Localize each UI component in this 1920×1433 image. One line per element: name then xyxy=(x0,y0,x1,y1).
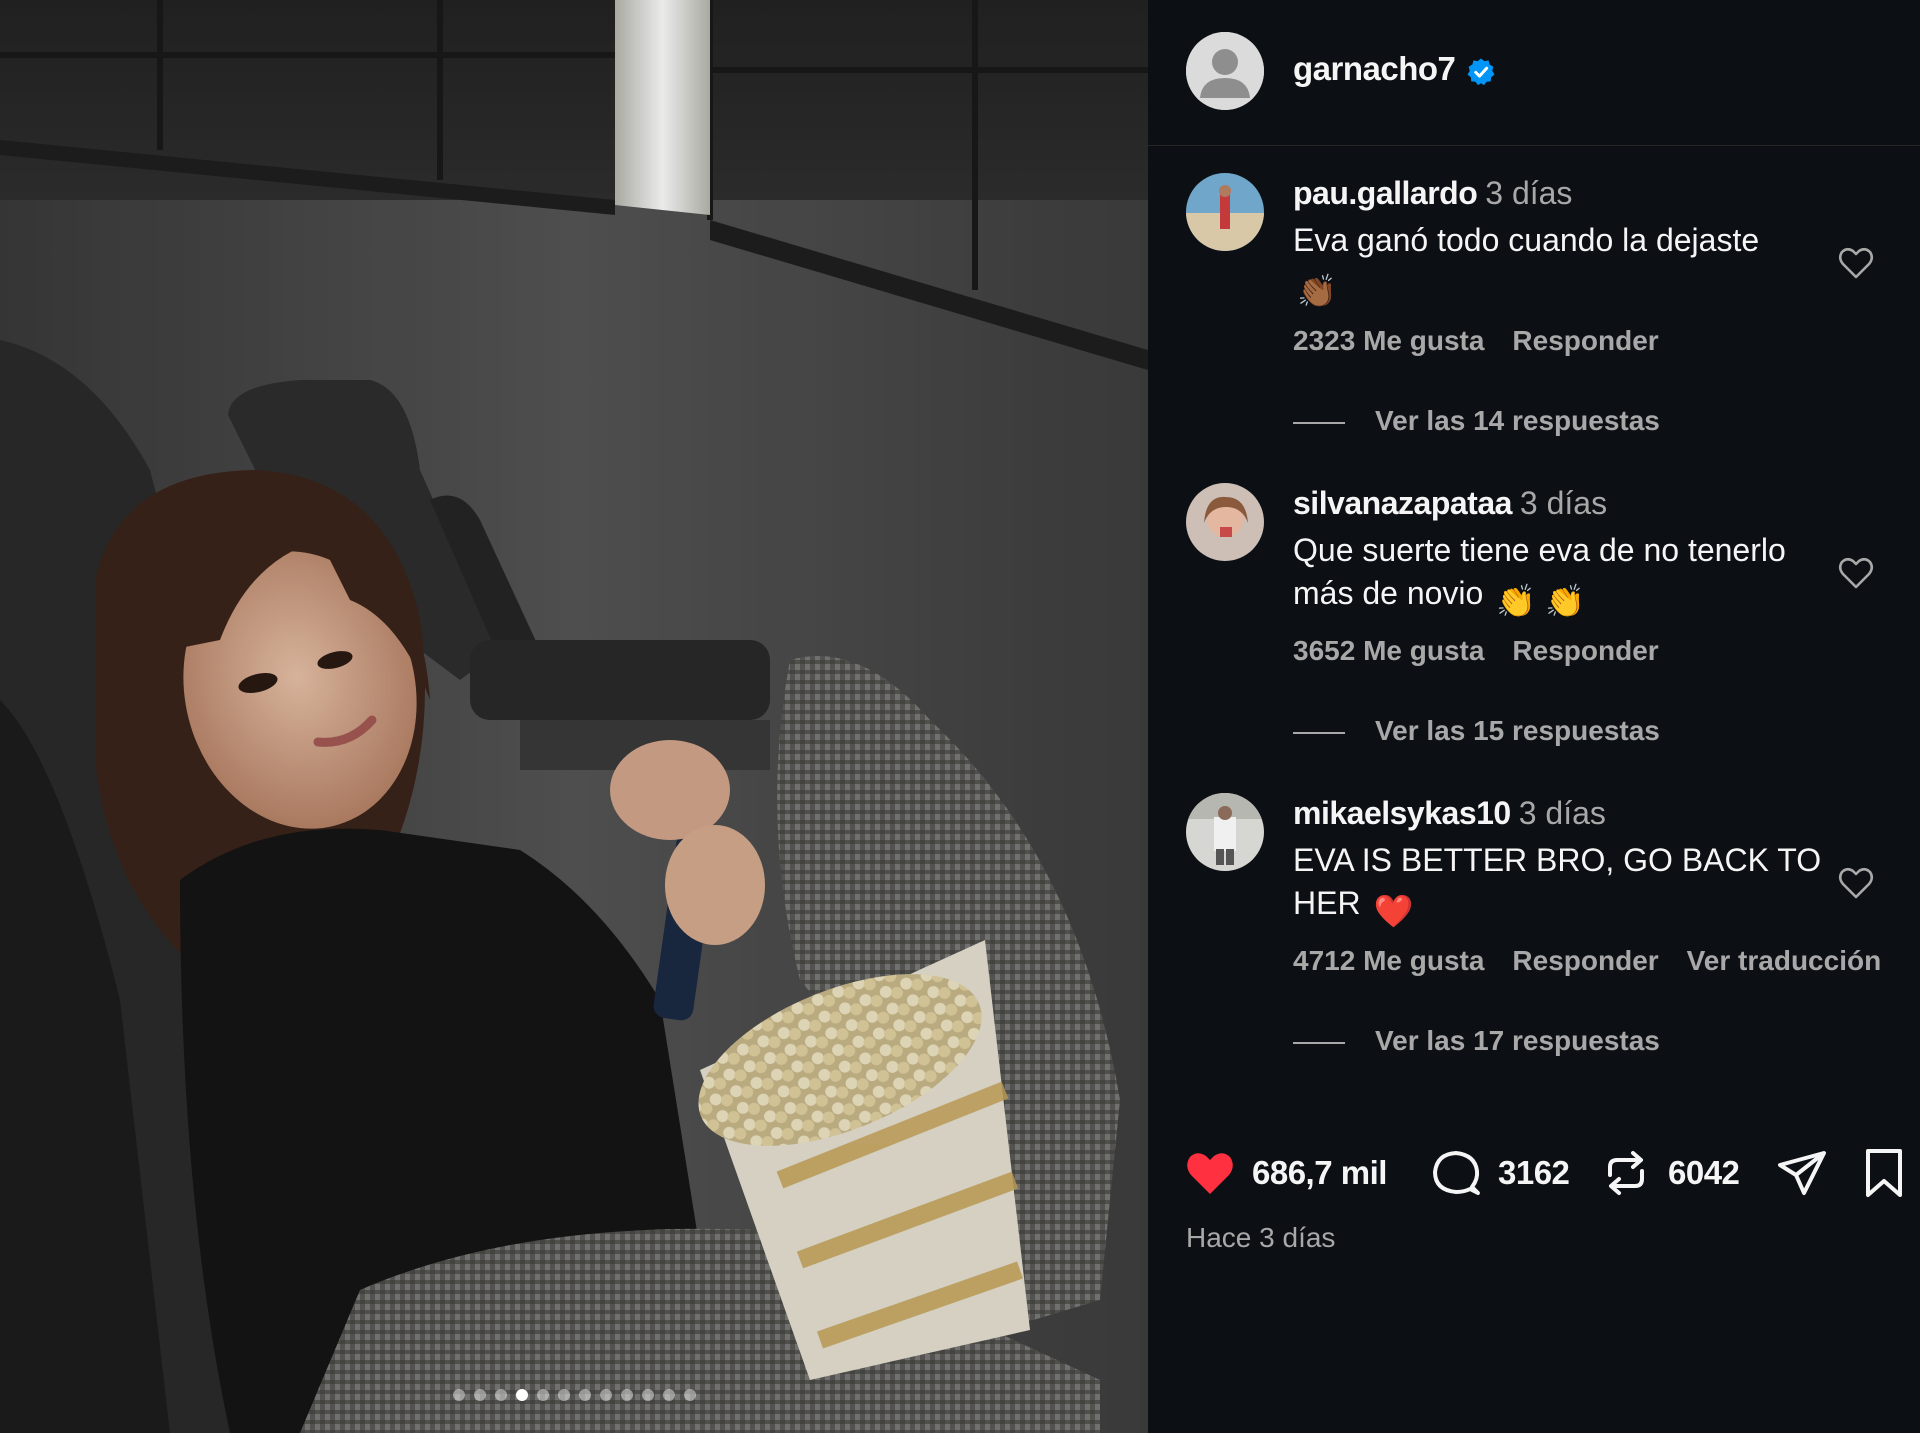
replies-divider xyxy=(1293,731,1345,734)
comment-count: 3162 xyxy=(1498,1154,1570,1191)
comment-like-count[interactable]: 4712 Me gusta xyxy=(1293,945,1484,976)
commenter-avatar[interactable] xyxy=(1186,483,1264,561)
replies-divider xyxy=(1293,421,1345,424)
repost-arrows-icon[interactable] xyxy=(1598,1145,1654,1201)
repost-count: 6042 xyxy=(1668,1154,1740,1191)
comment-text: Eva ganó todo cuando la dejaste 👏🏾 xyxy=(1293,219,1853,309)
save-action[interactable] xyxy=(1856,1145,1912,1201)
comment-time[interactable]: 3 días xyxy=(1485,175,1572,211)
bookmark-icon[interactable] xyxy=(1856,1145,1912,1201)
avatar-photo xyxy=(1186,793,1264,871)
commenter-avatar[interactable] xyxy=(1186,793,1264,871)
reply-button[interactable]: Responder xyxy=(1512,325,1658,356)
like-action[interactable]: 686,7 mil xyxy=(1182,1145,1387,1201)
red-heart-emoji: ❤️ xyxy=(1373,892,1414,929)
carousel-dot[interactable] xyxy=(599,1389,612,1401)
share-paper-plane-icon[interactable] xyxy=(1774,1145,1830,1201)
post-timestamp[interactable]: Hace 3 días xyxy=(1186,1222,1335,1254)
see-translation-button[interactable]: Ver traducción xyxy=(1687,945,1882,976)
comment-text: EVA IS BETTER BRO, GO BACK TO HER ❤️ xyxy=(1293,839,1853,929)
comment-body: Eva ganó todo cuando la dejaste xyxy=(1293,222,1760,258)
comment-action[interactable]: 3162 xyxy=(1428,1145,1570,1201)
post-photo[interactable] xyxy=(0,0,1148,1433)
comment-time[interactable]: 3 días xyxy=(1519,795,1606,831)
carousel-dot[interactable] xyxy=(641,1389,654,1401)
carousel-dot[interactable] xyxy=(578,1389,591,1401)
post-action-bar: 686,7 mil 3162 6042 xyxy=(1148,1145,1920,1205)
comment-like-heart-icon[interactable] xyxy=(1836,243,1876,283)
carousel-dot[interactable] xyxy=(494,1389,507,1401)
replies-divider xyxy=(1293,1041,1345,1044)
comment-body: EVA IS BETTER BRO, GO BACK TO HER xyxy=(1293,842,1822,921)
comment-meta: 2323 Me gusta Responder xyxy=(1293,325,1687,357)
view-replies-button[interactable]: Ver las 17 respuestas xyxy=(1293,1025,1660,1057)
comment-meta: 3652 Me gusta Responder xyxy=(1293,635,1687,667)
comment-header: pau.gallardo 3 días xyxy=(1293,175,1572,212)
author-username[interactable]: garnacho7 xyxy=(1293,50,1456,88)
verified-badge-icon xyxy=(1467,58,1495,86)
avatar-photo xyxy=(1186,483,1264,561)
carousel-dot[interactable] xyxy=(557,1389,570,1401)
comment-username[interactable]: pau.gallardo xyxy=(1293,175,1478,211)
photo-scene xyxy=(0,0,1148,1433)
comment-header: silvanazapataa 3 días xyxy=(1293,485,1607,522)
comment-like-count[interactable]: 3652 Me gusta xyxy=(1293,635,1484,666)
carousel-dot[interactable] xyxy=(452,1389,465,1401)
carousel-dot[interactable] xyxy=(620,1389,633,1401)
reply-button[interactable]: Responder xyxy=(1512,635,1658,666)
comment-like-count[interactable]: 2323 Me gusta xyxy=(1293,325,1484,356)
like-count[interactable]: 686,7 mil xyxy=(1252,1154,1387,1192)
comment-time[interactable]: 3 días xyxy=(1520,485,1607,521)
commenter-avatar[interactable] xyxy=(1186,173,1264,251)
author-avatar[interactable] xyxy=(1186,32,1264,110)
carousel-dot[interactable] xyxy=(536,1389,549,1401)
clap-emoji: 👏🏾 xyxy=(1297,272,1337,309)
view-replies-button[interactable]: Ver las 15 respuestas xyxy=(1293,715,1660,747)
view-replies-button[interactable]: Ver las 14 respuestas xyxy=(1293,405,1660,437)
carousel-dot[interactable] xyxy=(662,1389,675,1401)
comment-header: mikaelsykas10 3 días xyxy=(1293,795,1606,832)
clap-emoji: 👏 👏 xyxy=(1496,582,1585,619)
repost-action[interactable]: 6042 xyxy=(1598,1145,1740,1201)
view-replies-label: Ver las 14 respuestas xyxy=(1375,405,1660,436)
post-side-panel: garnacho7 pau.gallardo 3 días Eva ganó to… xyxy=(1148,0,1920,1433)
comment-username[interactable]: mikaelsykas10 xyxy=(1293,795,1511,831)
comment-meta: 4712 Me gusta Responder Ver traducción xyxy=(1293,945,1909,977)
comment-bubble-icon[interactable] xyxy=(1428,1145,1484,1201)
default-avatar-icon xyxy=(1186,32,1264,110)
view-replies-label: Ver las 17 respuestas xyxy=(1375,1025,1660,1056)
comment-text: Que suerte tiene eva de no tenerlo más d… xyxy=(1293,529,1853,619)
comment-like-heart-icon[interactable] xyxy=(1836,863,1876,903)
heart-filled-icon[interactable] xyxy=(1182,1145,1238,1201)
share-action[interactable] xyxy=(1774,1145,1830,1201)
reply-button[interactable]: Responder xyxy=(1512,945,1658,976)
carousel-dot[interactable] xyxy=(515,1389,528,1401)
carousel-dots[interactable] xyxy=(0,1389,1148,1401)
carousel-dot[interactable] xyxy=(473,1389,486,1401)
comment-username[interactable]: silvanazapataa xyxy=(1293,485,1512,521)
post-header: garnacho7 xyxy=(1148,0,1920,146)
view-replies-label: Ver las 15 respuestas xyxy=(1375,715,1660,746)
carousel-dot[interactable] xyxy=(683,1389,696,1401)
comment-like-heart-icon[interactable] xyxy=(1836,553,1876,593)
avatar-photo xyxy=(1186,173,1264,251)
